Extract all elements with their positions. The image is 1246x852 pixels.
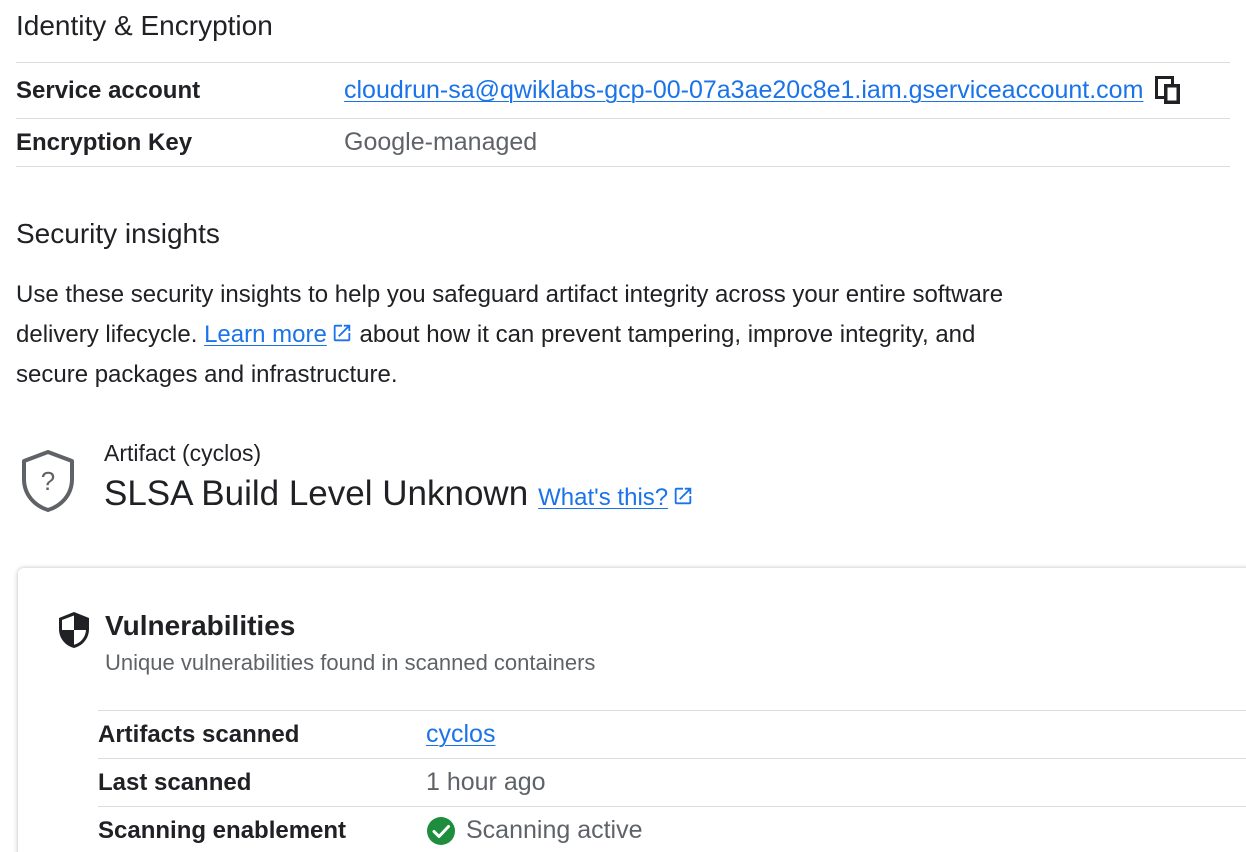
encryption-key-label: Encryption Key	[16, 128, 193, 156]
svg-text:?: ?	[41, 466, 55, 496]
vulnerabilities-title: Vulnerabilities	[105, 610, 296, 641]
scanning-enablement-row: Scanning enablement Scanning active	[98, 807, 1246, 852]
last-scanned-label: Last scanned	[98, 768, 252, 796]
check-circle-icon	[427, 816, 455, 845]
slsa-level: SLSA Build Level Unknown	[104, 474, 529, 513]
service-account-value: cloudrun-sa@qwiklabs-gcp-00-07a3ae20c8e1…	[344, 75, 1183, 106]
whats-this-label: What's this?	[538, 484, 669, 511]
identity-section-title: Identity & Encryption	[16, 10, 273, 41]
last-scanned-value: 1 hour ago	[426, 768, 546, 796]
copy-icon[interactable]	[1155, 75, 1183, 106]
encryption-key-value: Google-managed	[344, 128, 538, 156]
service-account-row: Service account cloudrun-sa@qwiklabs-gcp…	[16, 63, 1230, 119]
shield-question-icon: ?	[22, 450, 74, 512]
whats-this-link[interactable]: What's this?	[538, 484, 694, 512]
security-insights-description: Use these security insights to help you …	[16, 275, 1026, 395]
artifacts-scanned-value: cyclos	[426, 720, 495, 749]
encryption-key-row: Encryption Key Google-managed	[16, 119, 1230, 167]
external-link-icon	[333, 324, 351, 342]
scanning-enablement-label: Scanning enablement	[98, 816, 347, 844]
identity-table: Service account cloudrun-sa@qwiklabs-gcp…	[16, 62, 1230, 167]
security-insights-title: Security insights	[16, 218, 220, 249]
learn-more-link[interactable]: Learn more	[204, 321, 353, 348]
scanning-status: Scanning active	[466, 816, 643, 844]
artifact-link[interactable]: cyclos	[426, 720, 495, 749]
artifacts-scanned-row: Artifacts scanned cyclos	[98, 711, 1246, 759]
external-link-icon	[674, 487, 692, 505]
vulnerabilities-subtitle: Unique vulnerabilities found in scanned …	[105, 650, 596, 675]
last-scanned-row: Last scanned 1 hour ago	[98, 759, 1246, 807]
learn-more-label: Learn more	[204, 321, 327, 348]
shield-icon	[59, 612, 89, 648]
page: Identity & Encryption Service account cl…	[0, 0, 1246, 852]
vulnerabilities-card: Vulnerabilities Unique vulnerabilities f…	[18, 568, 1246, 852]
scanning-enablement-value: Scanning active	[426, 816, 643, 846]
service-account-label: Service account	[16, 76, 201, 104]
artifacts-scanned-label: Artifacts scanned	[98, 720, 300, 748]
vulnerabilities-table: Artifacts scanned cyclos Last scanned 1 …	[98, 710, 1246, 852]
artifact-name: Artifact (cyclos)	[104, 440, 262, 466]
service-account-link[interactable]: cloudrun-sa@qwiklabs-gcp-00-07a3ae20c8e1…	[344, 76, 1143, 105]
slsa-level-line: SLSA Build Level Unknown What's this?	[104, 474, 694, 514]
